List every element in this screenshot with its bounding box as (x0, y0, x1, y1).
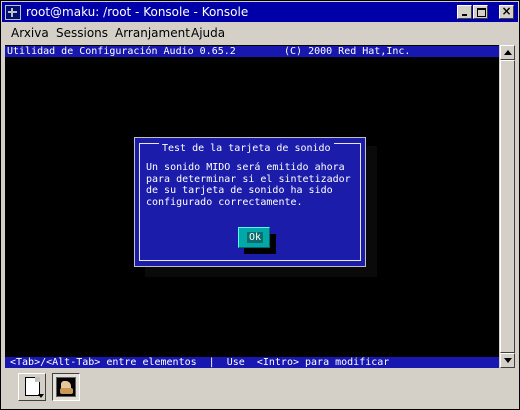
konsole-session-icon (56, 377, 76, 397)
menu-ajuda[interactable]: Ajuda (191, 25, 225, 41)
konsole-window: root@maku: /root - Konsole - Konsole × A… (0, 0, 520, 410)
dialog-title: Test de la tarjeta de sonido (159, 143, 334, 154)
close-button[interactable]: × (499, 4, 514, 19)
sound-test-dialog: Test de la tarjeta de sonido Un sonido M… (134, 137, 366, 267)
menu-arranjament[interactable]: Arranjament (115, 25, 190, 41)
scroll-up-arrow-icon[interactable] (500, 45, 515, 60)
terminal-area[interactable]: Utilidad de Configuración Audio 0.65.2 (… (5, 45, 499, 368)
session-tab-bar (2, 369, 518, 409)
scroll-down-arrow-icon[interactable] (500, 353, 515, 368)
ok-button[interactable]: Ok (238, 227, 270, 248)
ok-button-label: Ok (247, 232, 263, 243)
dialog-frame: Test de la tarjeta de sonido Un sonido M… (139, 143, 361, 261)
dialog-message-line: Un sonido MIDO será emitido ahora (146, 162, 345, 173)
close-icon: × (501, 4, 512, 18)
vertical-scrollbar[interactable] (499, 45, 516, 368)
terminal-footer-bar: <Tab>/<Alt-Tab> entre elementos | Use <I… (5, 357, 499, 368)
title-bar[interactable]: root@maku: /root - Konsole - Konsole × (2, 2, 518, 22)
dialog-message: Un sonido MIDO será emitido ahora para d… (146, 162, 356, 208)
header-app-title: Utilidad de Configuración Audio 0.65.2 (7, 46, 236, 57)
footer-hint: <Tab>/<Alt-Tab> entre elementos | Use <I… (10, 357, 390, 368)
session-tab[interactable] (52, 373, 80, 401)
dialog-message-line: de su tarjeta de sonido ha sido (146, 185, 333, 196)
window-menu-icon[interactable] (5, 5, 21, 20)
header-copyright: (C) 2000 Red Hat,Inc. (284, 46, 411, 57)
dialog-message-line: para determinar si el sintetizador (146, 173, 351, 185)
chevron-down-icon (38, 394, 44, 398)
terminal-header-bar: Utilidad de Configuración Audio 0.65.2 (… (5, 46, 499, 57)
menu-sessions[interactable]: Sessions (56, 25, 108, 41)
dialog-message-line: configurado correctamente. (146, 196, 303, 208)
minimize-button[interactable] (457, 5, 472, 19)
menu-bar: Arxiva Sessions Arranjament Ajuda (2, 23, 518, 43)
scrollbar-thumb[interactable] (500, 60, 515, 353)
window-title: root@maku: /root - Konsole - Konsole (26, 5, 249, 19)
maximize-button[interactable] (473, 5, 488, 19)
new-session-button[interactable] (18, 373, 46, 401)
menu-arxiva[interactable]: Arxiva (11, 25, 49, 41)
